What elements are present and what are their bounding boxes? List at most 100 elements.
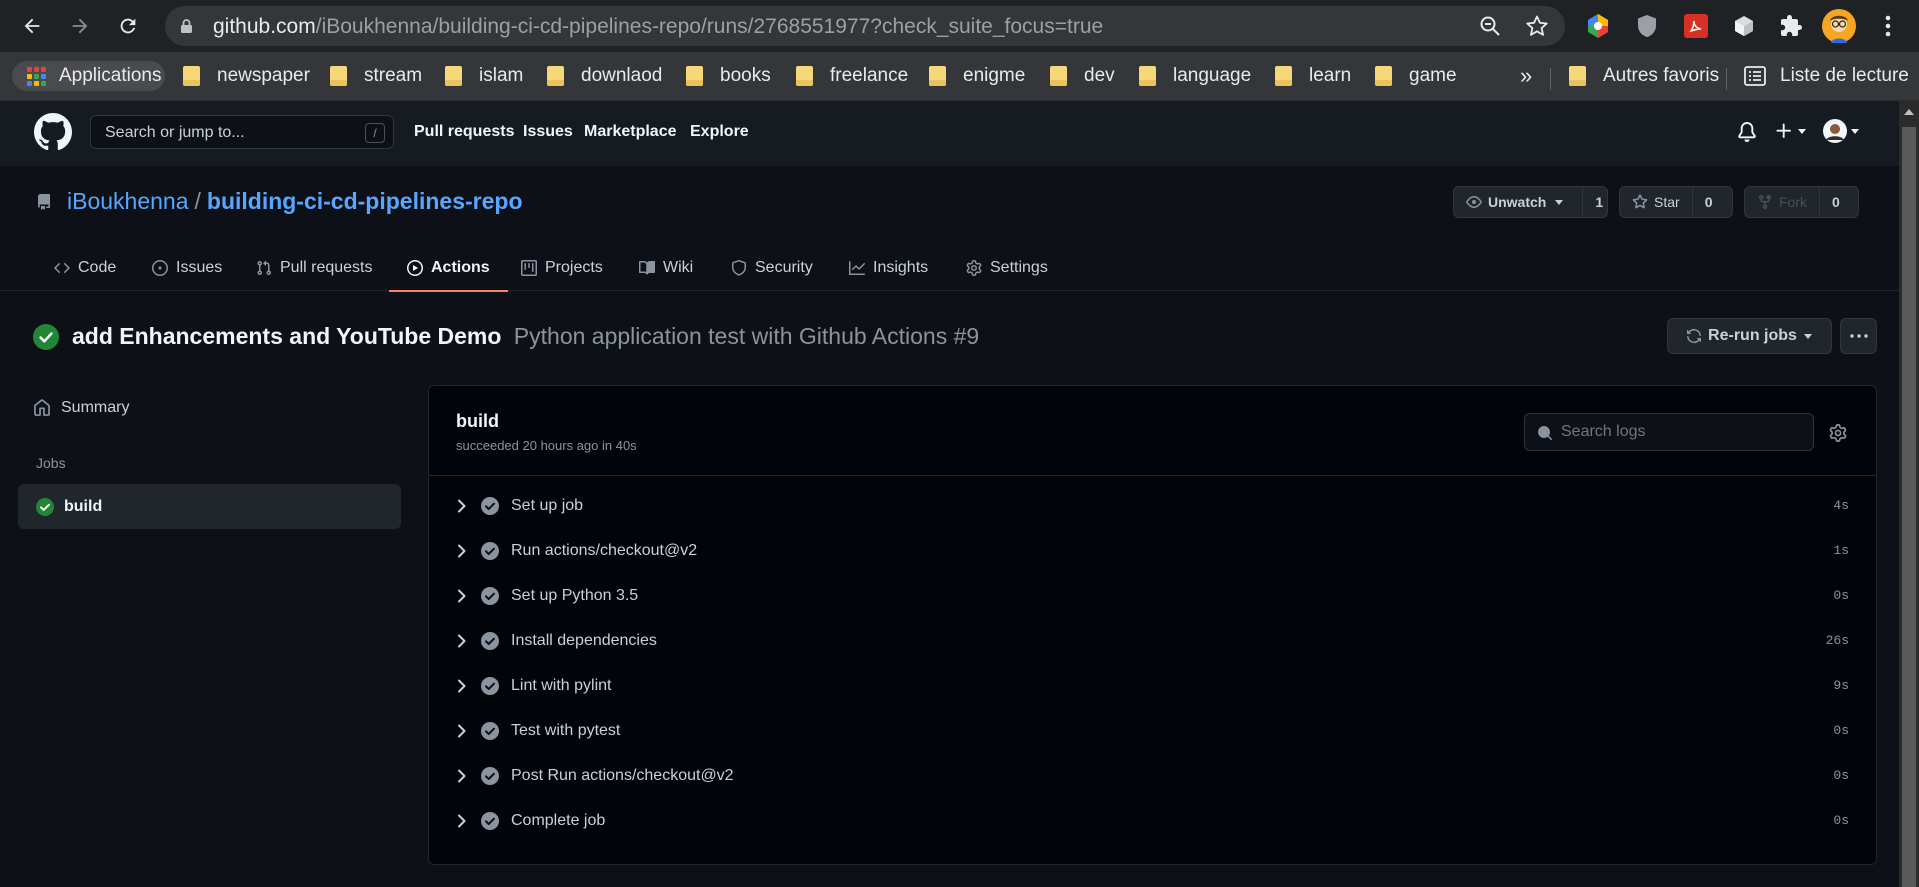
repo-name-link[interactable]: building-ci-cd-pipelines-repo (207, 188, 523, 215)
bookmarks-overflow-button[interactable]: » (1520, 61, 1532, 91)
tab-insights[interactable]: Insights (849, 244, 928, 291)
repo-owner-link[interactable]: iBoukhenna (67, 188, 189, 215)
bookmark-folder-learn[interactable]: learn (1275, 61, 1351, 91)
scroll-up-arrow-icon[interactable] (1904, 109, 1914, 115)
github-logo-link[interactable] (34, 113, 72, 151)
bookmark-folder-islam[interactable]: islam (445, 61, 523, 91)
bookmark-label: downlaod (581, 65, 663, 86)
log-step[interactable]: Post Run actions/checkout@v2 0s (429, 753, 1876, 798)
run-title: add Enhancements and YouTube Demo Python… (72, 323, 979, 350)
tab-actions[interactable]: Actions (389, 244, 508, 292)
scrollbar-thumb[interactable] (1902, 127, 1916, 887)
caret-down-icon (1798, 129, 1806, 134)
tab-code[interactable]: Code (54, 244, 116, 291)
folder-icon (445, 66, 462, 86)
fork-button[interactable]: Fork (1745, 187, 1820, 217)
bookmark-folder-dev[interactable]: dev (1050, 61, 1115, 91)
log-step[interactable]: Complete job 0s (429, 798, 1876, 843)
bookmarks-bar: Applications newspaper stream islam down… (0, 52, 1919, 101)
bookmark-folder-stream[interactable]: stream (330, 61, 422, 91)
project-icon (521, 259, 537, 276)
tab-label: Insights (873, 258, 929, 276)
extensions-menu-button[interactable] (1777, 12, 1805, 40)
star-button[interactable]: Star (1620, 187, 1693, 217)
step-label: Lint with pylint (511, 676, 612, 694)
create-new-button[interactable] (1774, 121, 1807, 141)
log-step[interactable]: Install dependencies 26s (429, 618, 1876, 663)
cube-extension-icon (1735, 16, 1753, 36)
log-search-input[interactable] (1561, 422, 1801, 442)
bookmark-folder-language[interactable]: language (1139, 61, 1251, 91)
bookmark-label: enigme (963, 65, 1026, 86)
tab-settings[interactable]: Settings (966, 244, 1048, 291)
bookmark-folder-enigme[interactable]: enigme (929, 61, 1025, 91)
run-workflow-name[interactable]: Python application test with Github Acti… (514, 323, 979, 349)
bookmark-star-button[interactable] (1525, 14, 1549, 38)
nav-explore[interactable]: Explore (690, 123, 749, 141)
url-host: github.com (213, 15, 316, 38)
unwatch-button[interactable]: Unwatch (1454, 187, 1584, 217)
extension-cube-button[interactable] (1730, 12, 1758, 40)
graph-icon (849, 260, 865, 275)
log-step[interactable]: Run actions/checkout@v2 1s (429, 528, 1876, 573)
log-step[interactable]: Set up job 4s (429, 483, 1876, 528)
browser-menu-button[interactable] (1874, 12, 1902, 40)
reload-button[interactable] (110, 8, 146, 44)
tab-pull-requests[interactable]: Pull requests (256, 244, 373, 291)
more-options-button[interactable] (1840, 318, 1877, 354)
zoom-button[interactable] (1478, 14, 1502, 38)
url-text: github.com/iBoukhenna/building-ci-cd-pip… (213, 15, 1103, 39)
log-settings-button[interactable] (1829, 424, 1847, 442)
global-search-input[interactable]: Search or jump to... / (90, 115, 394, 149)
extension-colorful-button[interactable] (1584, 12, 1612, 40)
shield-extension-icon (1638, 15, 1656, 37)
bookmark-label: Liste de lecture (1780, 65, 1909, 86)
bookmarks-separator (1550, 68, 1551, 90)
forks-count[interactable]: 0 (1820, 187, 1852, 217)
page-scrollbar[interactable] (1899, 101, 1919, 887)
profile-avatar-button[interactable] (1822, 9, 1856, 43)
bookmark-folder-newspaper[interactable]: newspaper (183, 61, 310, 91)
log-step[interactable]: Set up Python 3.5 0s (429, 573, 1876, 618)
reading-list-button[interactable]: Liste de lecture (1744, 61, 1909, 91)
step-duration: 0s (1833, 813, 1849, 828)
bookmark-folder-books[interactable]: books (686, 61, 771, 91)
sidebar-summary-link[interactable]: Summary (33, 394, 129, 422)
bookmark-applications[interactable]: Applications (12, 61, 165, 91)
github-header: Search or jump to... / Pull requests Iss… (0, 101, 1899, 166)
stars-count[interactable]: 0 (1693, 187, 1725, 217)
step-label: Post Run actions/checkout@v2 (511, 766, 734, 784)
bookmark-folder-downlaod[interactable]: downlaod (547, 61, 662, 91)
nav-pull-requests[interactable]: Pull requests (414, 123, 514, 141)
chevron-right-icon (458, 724, 466, 737)
back-button[interactable] (14, 8, 50, 44)
apps-grid-icon (27, 66, 46, 86)
step-success-icon (481, 766, 499, 785)
nav-marketplace[interactable]: Marketplace (584, 123, 677, 141)
bookmark-folder-other[interactable]: Autres favoris (1569, 61, 1719, 91)
tab-wiki[interactable]: Wiki (639, 244, 693, 291)
step-duration: 0s (1833, 768, 1849, 783)
rerun-jobs-button[interactable]: Re-run jobs (1667, 318, 1832, 354)
avatar-icon (1822, 9, 1856, 43)
forward-button[interactable] (62, 8, 98, 44)
nav-issues[interactable]: Issues (523, 123, 573, 141)
extension-shield-button[interactable] (1633, 12, 1661, 40)
bookmark-folder-freelance[interactable]: freelance (796, 61, 908, 91)
run-success-icon (33, 324, 59, 350)
reading-list-icon (1744, 66, 1766, 86)
address-bar[interactable]: github.com/iBoukhenna/building-ci-cd-pip… (165, 6, 1565, 46)
watchers-count[interactable]: 1 (1583, 187, 1615, 217)
log-step[interactable]: Lint with pylint 9s (429, 663, 1876, 708)
tab-projects[interactable]: Projects (521, 244, 603, 291)
bookmark-folder-game[interactable]: game (1375, 61, 1457, 91)
bookmark-label: learn (1309, 65, 1352, 86)
notifications-button[interactable] (1737, 121, 1757, 143)
job-label: build (64, 497, 103, 515)
tab-issues[interactable]: Issues (152, 244, 222, 291)
tab-security[interactable]: Security (731, 244, 813, 291)
user-menu-button[interactable] (1823, 119, 1860, 143)
extension-pdf-button[interactable] (1682, 12, 1710, 40)
log-step[interactable]: Test with pytest 0s (429, 708, 1876, 753)
sidebar-job-build[interactable]: build (18, 484, 401, 529)
